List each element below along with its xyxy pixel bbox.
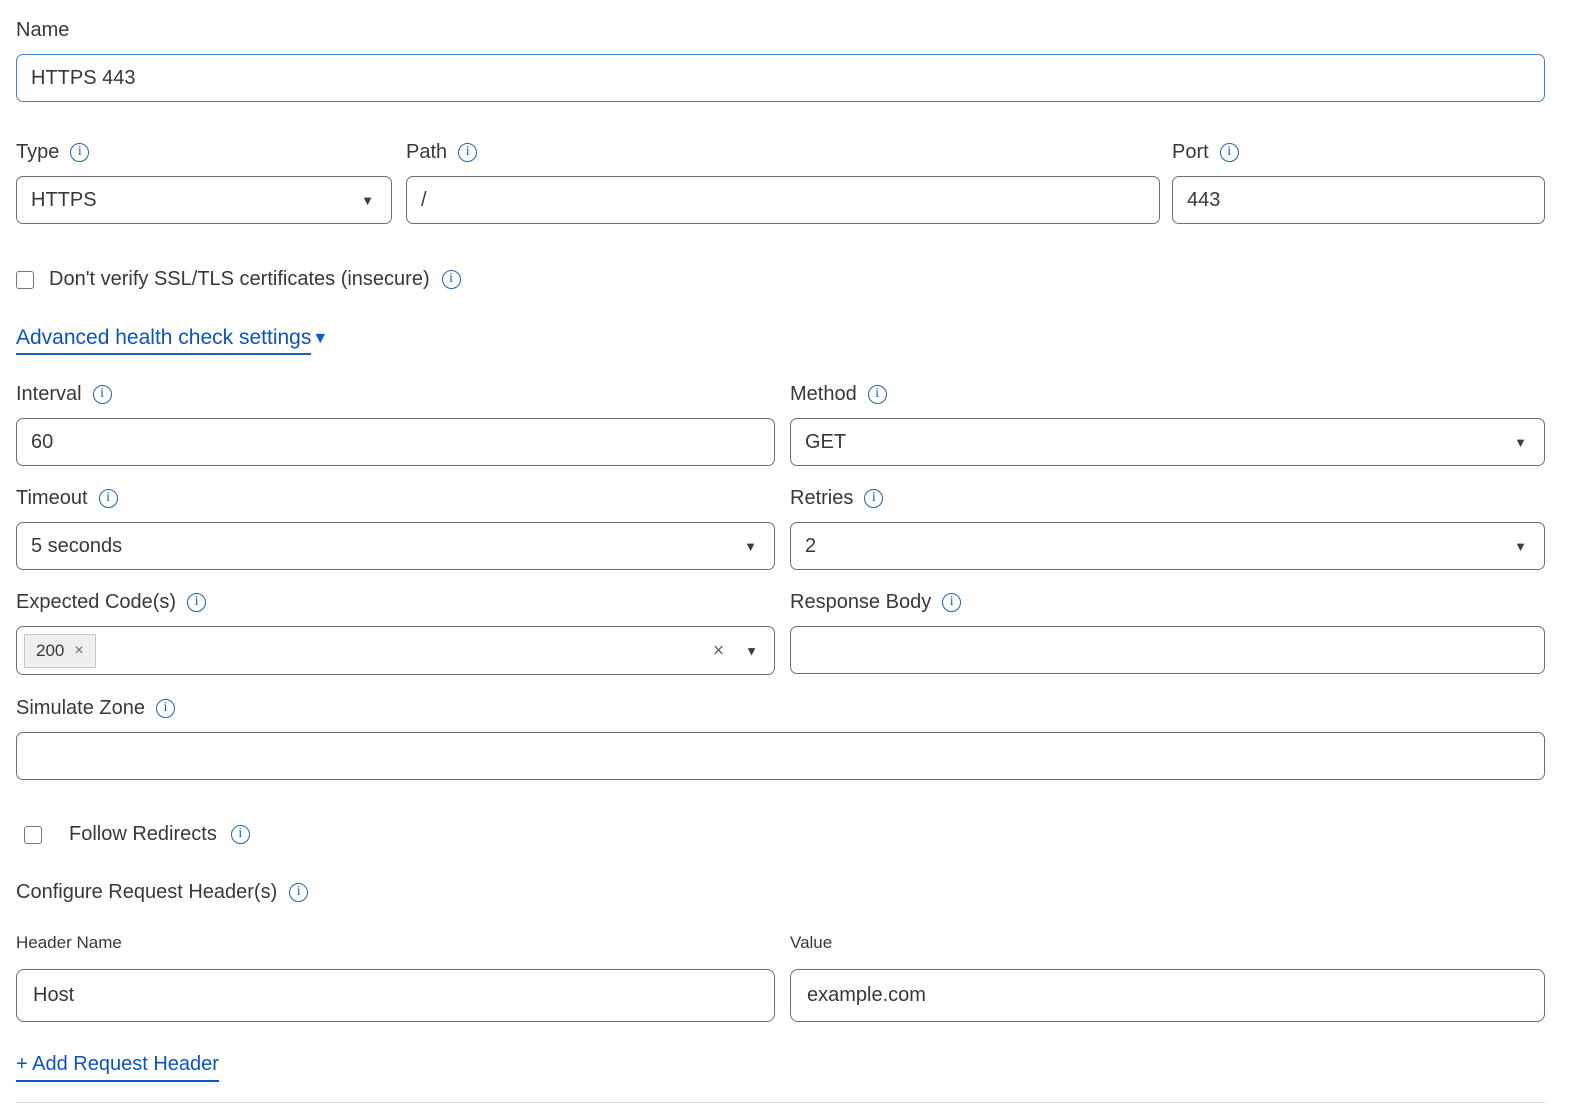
interval-field-group: Interval i <box>16 382 775 466</box>
type-select[interactable]: HTTPS ▼ <box>16 176 392 224</box>
path-field-group: Path i <box>406 140 1160 224</box>
follow-redirects-row: Follow Redirects i <box>24 823 1545 846</box>
remove-tag-icon[interactable]: × <box>74 643 83 659</box>
multiselect-controls: × ▼ <box>713 641 758 660</box>
info-icon[interactable]: i <box>231 825 250 844</box>
port-input[interactable] <box>1172 176 1545 224</box>
path-label: Path <box>406 141 447 164</box>
chevron-down-icon: ▼ <box>1514 436 1527 449</box>
info-icon[interactable]: i <box>864 489 883 508</box>
info-icon[interactable]: i <box>156 699 175 718</box>
header-name-label: Header Name <box>16 933 122 953</box>
interval-label: Interval <box>16 383 82 406</box>
timeout-label: Timeout <box>16 487 88 510</box>
expected-codes-label: Expected Code(s) <box>16 591 176 614</box>
port-label: Port <box>1172 141 1209 164</box>
health-check-form: Name Type i HTTPS ▼ Path i Port i <box>0 0 1570 1103</box>
expected-codes-select[interactable]: 200 × × ▼ <box>16 626 775 675</box>
info-icon[interactable]: i <box>93 385 112 404</box>
expected-code-tag: 200 × <box>24 634 96 668</box>
info-icon[interactable]: i <box>70 143 89 162</box>
expected-code-tag-label: 200 <box>36 641 64 661</box>
expected-codes-field-group: Expected Code(s) i 200 × × ▼ <box>16 590 775 675</box>
type-label: Type <box>16 141 59 164</box>
info-icon[interactable]: i <box>289 883 308 902</box>
chevron-down-icon: ▼ <box>744 540 757 553</box>
response-body-label: Response Body <box>790 591 931 614</box>
name-input[interactable] <box>16 54 1545 102</box>
header-name-input[interactable] <box>16 969 775 1022</box>
info-icon[interactable]: i <box>458 143 477 162</box>
interval-method-row: Interval i Method i GET ▼ <box>16 382 1545 466</box>
response-body-field-group: Response Body i <box>790 590 1545 675</box>
verify-ssl-label: Don't verify SSL/TLS certificates (insec… <box>49 268 430 291</box>
timeout-select-value: 5 seconds <box>31 535 122 558</box>
timeout-select[interactable]: 5 seconds ▼ <box>16 522 775 570</box>
follow-redirects-checkbox[interactable] <box>24 826 42 844</box>
response-body-input[interactable] <box>790 626 1545 674</box>
name-label: Name <box>16 19 69 42</box>
retries-label: Retries <box>790 487 853 510</box>
section-divider <box>16 1102 1545 1103</box>
port-field-group: Port i <box>1172 140 1545 224</box>
interval-input[interactable] <box>16 418 775 466</box>
method-label: Method <box>790 383 857 406</box>
method-select[interactable]: GET ▼ <box>790 418 1545 466</box>
request-headers-section-title: Configure Request Header(s) <box>16 881 277 904</box>
advanced-settings-row: Advanced health check settings ▼ <box>16 326 1545 355</box>
type-path-port-row: Type i HTTPS ▼ Path i Port i <box>16 140 1545 224</box>
triangle-down-icon: ▼ <box>312 330 328 348</box>
retries-field-group: Retries i 2 ▼ <box>790 486 1545 570</box>
verify-ssl-checkbox[interactable] <box>16 271 34 289</box>
chevron-down-icon: ▼ <box>361 194 374 207</box>
add-request-header-row: + Add Request Header <box>16 1053 1545 1082</box>
add-request-header-link[interactable]: + Add Request Header <box>16 1053 219 1082</box>
type-field-group: Type i HTTPS ▼ <box>16 140 392 224</box>
info-icon[interactable]: i <box>942 593 961 612</box>
info-icon[interactable]: i <box>442 270 461 289</box>
simulate-zone-label: Simulate Zone <box>16 697 145 720</box>
timeout-field-group: Timeout i 5 seconds ▼ <box>16 486 775 570</box>
info-icon[interactable]: i <box>99 489 118 508</box>
simulate-zone-input[interactable] <box>16 732 1545 780</box>
method-select-value: GET <box>805 431 846 454</box>
codes-body-row: Expected Code(s) i 200 × × ▼ Response Bo… <box>16 590 1545 675</box>
clear-all-icon[interactable]: × <box>713 641 724 660</box>
timeout-retries-row: Timeout i 5 seconds ▼ Retries i 2 ▼ <box>16 486 1545 570</box>
advanced-settings-link[interactable]: Advanced health check settings <box>16 326 311 355</box>
verify-ssl-row: Don't verify SSL/TLS certificates (insec… <box>16 268 1545 291</box>
follow-redirects-label: Follow Redirects <box>69 823 217 846</box>
request-headers-section-title-row: Configure Request Header(s) i <box>16 879 1545 905</box>
name-field-group: Name <box>16 18 1545 102</box>
header-value-input[interactable] <box>790 969 1545 1022</box>
type-select-value: HTTPS <box>31 189 97 212</box>
path-input[interactable] <box>406 176 1160 224</box>
simulate-zone-field-group: Simulate Zone i <box>16 696 1545 780</box>
retries-select[interactable]: 2 ▼ <box>790 522 1545 570</box>
header-value-field-group: Value <box>790 932 1545 1022</box>
info-icon[interactable]: i <box>868 385 887 404</box>
header-value-label: Value <box>790 933 832 953</box>
info-icon[interactable]: i <box>1220 143 1239 162</box>
method-field-group: Method i GET ▼ <box>790 382 1545 466</box>
chevron-down-icon: ▼ <box>1514 540 1527 553</box>
info-icon[interactable]: i <box>187 593 206 612</box>
chevron-down-icon: ▼ <box>745 644 758 657</box>
header-name-field-group: Header Name <box>16 932 775 1022</box>
retries-select-value: 2 <box>805 535 816 558</box>
request-header-row: Header Name Value <box>16 932 1545 1022</box>
